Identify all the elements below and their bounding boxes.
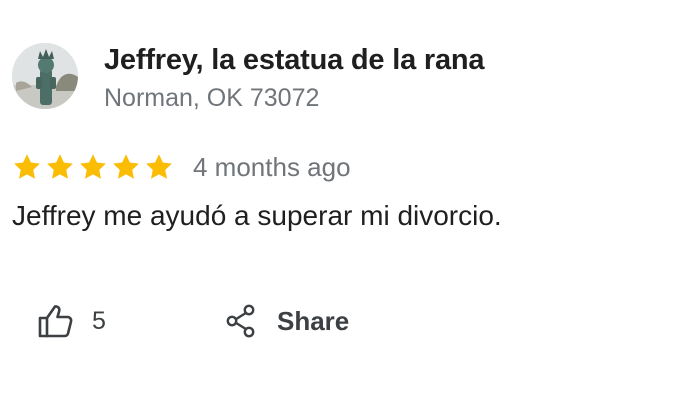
thumbs-up-icon [38, 305, 73, 338]
star-icon [14, 154, 40, 179]
share-button[interactable]: Share [225, 302, 349, 340]
review-time: 4 months ago [193, 152, 351, 182]
star-rating [12, 152, 174, 182]
star-icon [80, 154, 106, 179]
review-text: Jeffrey me ayudó a superar mi divorcio. [12, 200, 502, 231]
share-label: Share [277, 305, 350, 336]
star-icon [146, 154, 172, 179]
reviewer-location: Norman, OK 73072 [104, 84, 320, 112]
star-icon [113, 154, 139, 179]
like-button[interactable]: 5 [36, 303, 106, 339]
reviewer-name[interactable]: Jeffrey, la estatua de la rana [104, 44, 485, 77]
frog-statue-photo [12, 43, 78, 109]
share-icon [226, 304, 255, 338]
star-icon [47, 154, 73, 179]
like-count: 5 [92, 306, 106, 335]
reviewer-avatar[interactable] [12, 43, 78, 109]
